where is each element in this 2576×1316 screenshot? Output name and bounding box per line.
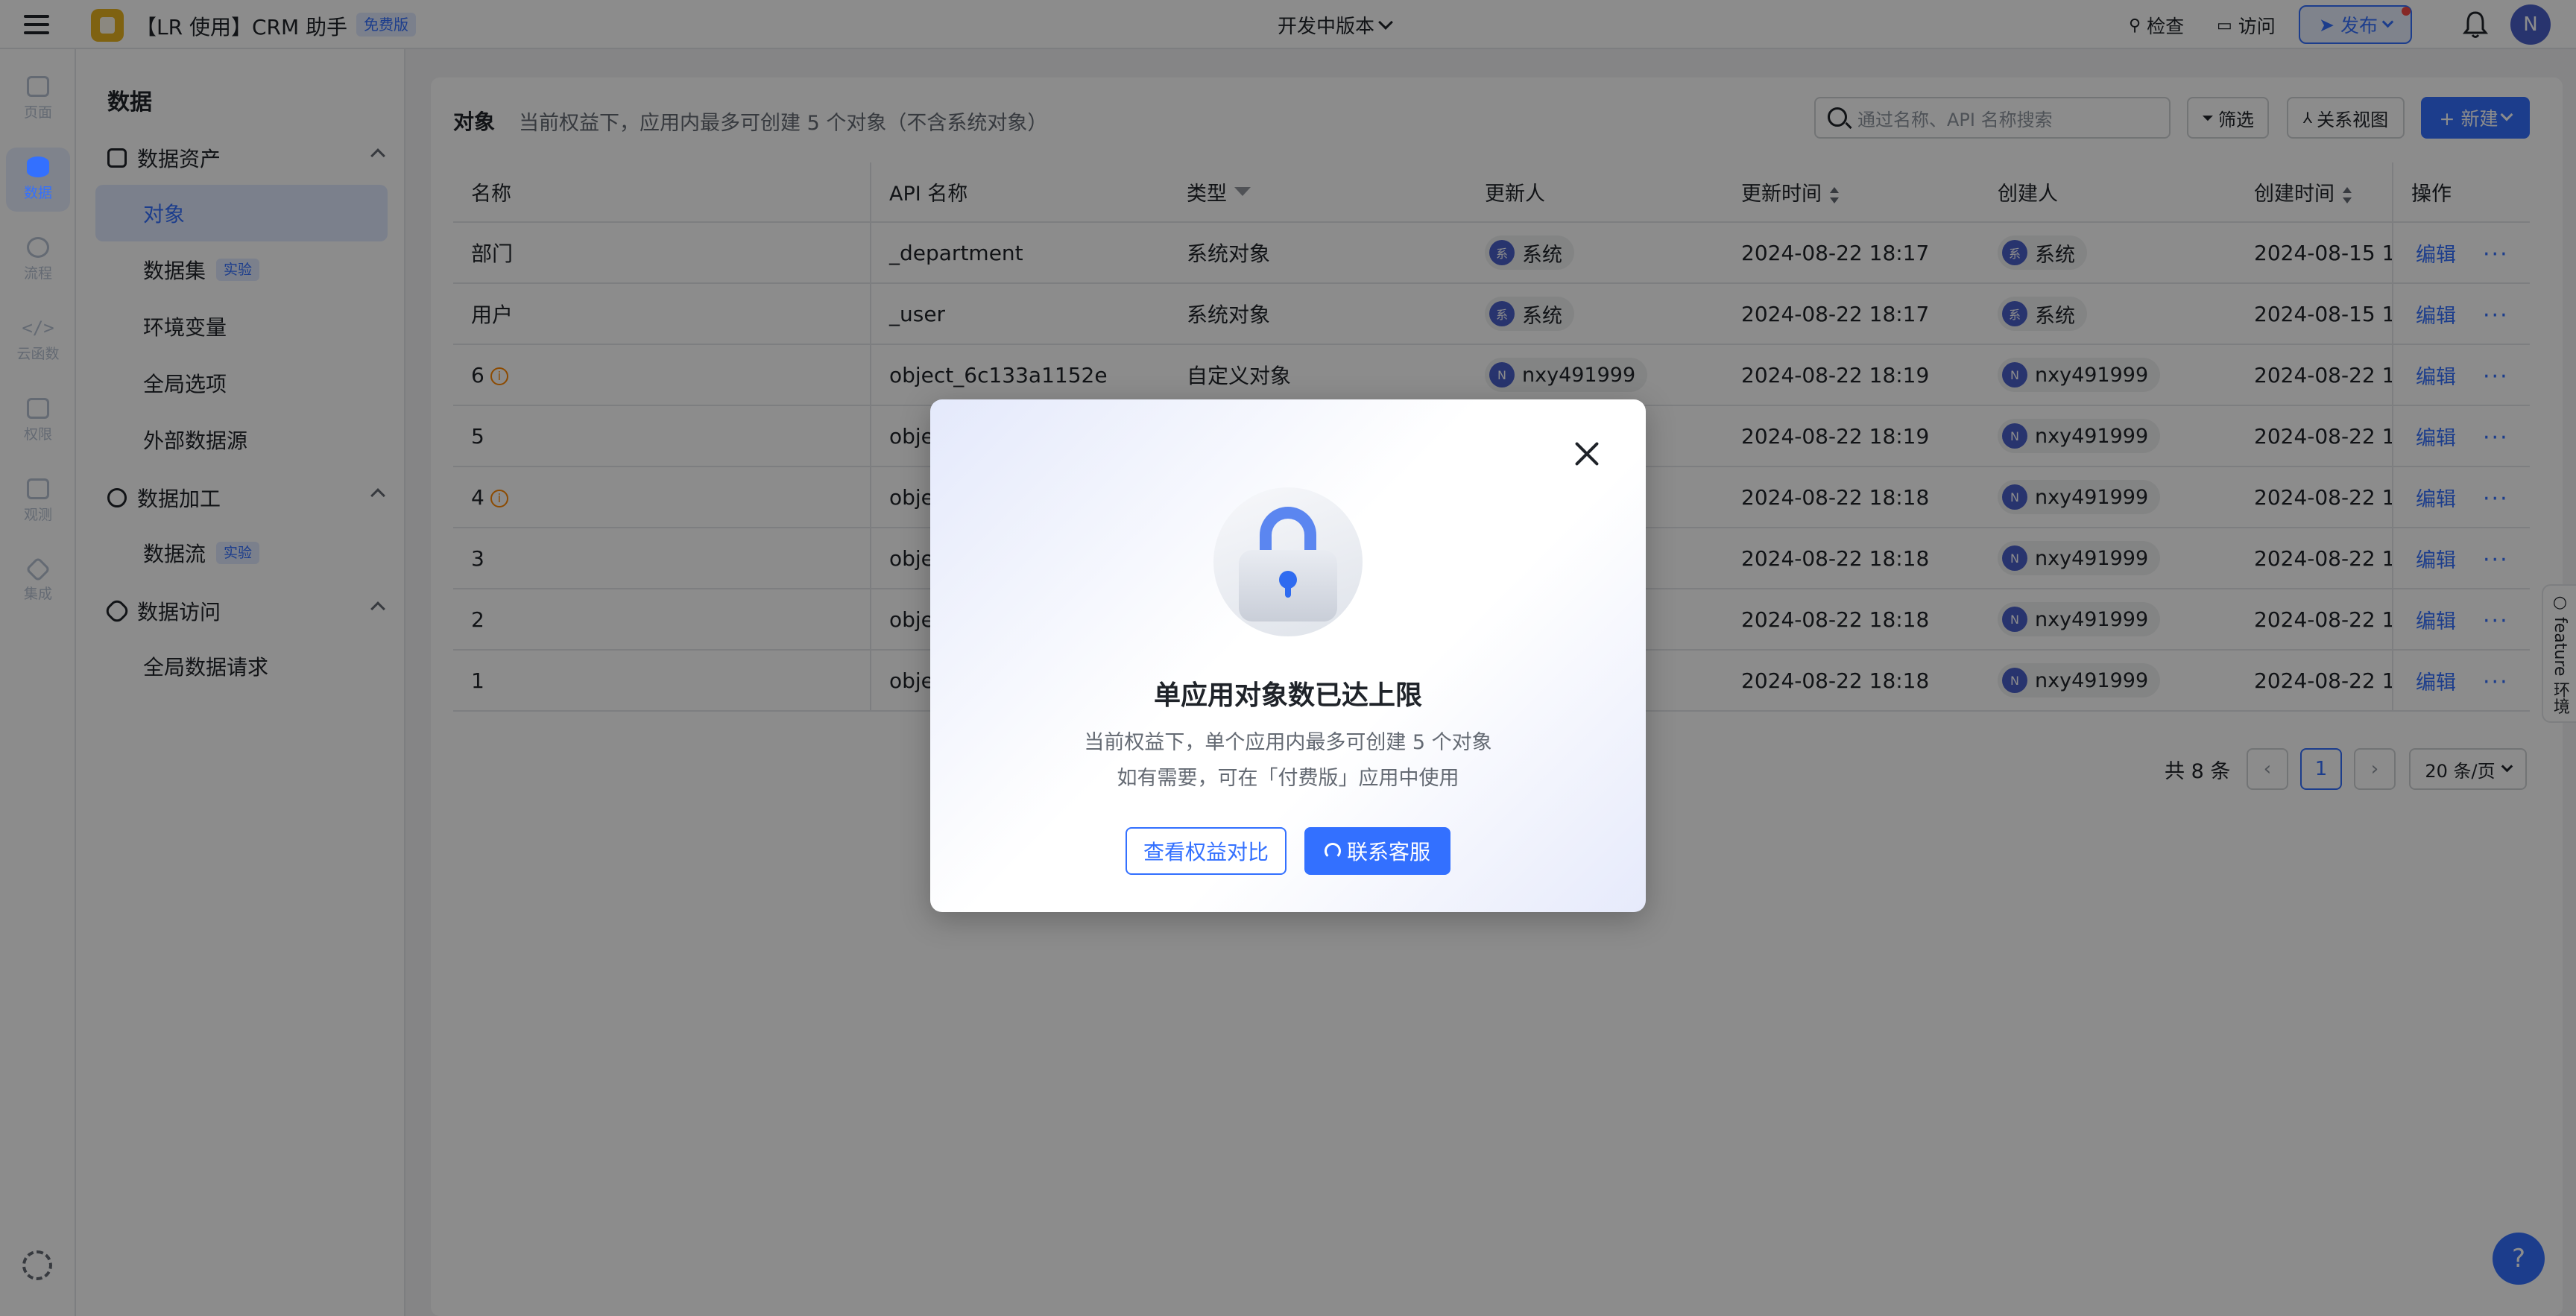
- close-icon[interactable]: [1573, 440, 1601, 468]
- dialog-message-line2: 如有需要，可在「付费版」应用中使用: [1117, 767, 1459, 790]
- rail-item-label: 云函数: [16, 345, 60, 362]
- rail-item-label: 观测: [23, 506, 52, 523]
- code-icon: </>: [22, 317, 54, 338]
- contact-support-label: 联系客服: [1346, 840, 1430, 864]
- limit-reached-dialog: 单应用对象数已达上限 当前权益下，单个应用内最多可创建 5 个对象 如有需要，可…: [930, 399, 1646, 912]
- lock-illustration: [1213, 487, 1363, 636]
- rail-item-label: 流程: [23, 265, 52, 282]
- rail-item-label: 数据: [23, 184, 52, 201]
- lock-icon: [27, 397, 49, 419]
- rail-item-label: 页面: [23, 104, 52, 121]
- lock-body: [1239, 550, 1337, 621]
- compare-plans-button[interactable]: 查看权益对比: [1126, 827, 1287, 875]
- keyhole: [1279, 571, 1297, 598]
- database-icon: [27, 156, 49, 177]
- monitor-icon: [27, 478, 49, 499]
- contact-support-button[interactable]: 联系客服: [1304, 827, 1450, 875]
- headset-icon: [1324, 843, 1341, 859]
- rail-item-label: 权限: [23, 426, 52, 443]
- rail-item-label: 集成: [23, 585, 52, 602]
- dialog-message-line1: 当前权益下，单个应用内最多可创建 5 个对象: [1084, 731, 1492, 754]
- dialog-title: 单应用对象数已达上限: [1153, 680, 1422, 711]
- flow-icon: [27, 236, 49, 258]
- page-icon: [27, 75, 49, 97]
